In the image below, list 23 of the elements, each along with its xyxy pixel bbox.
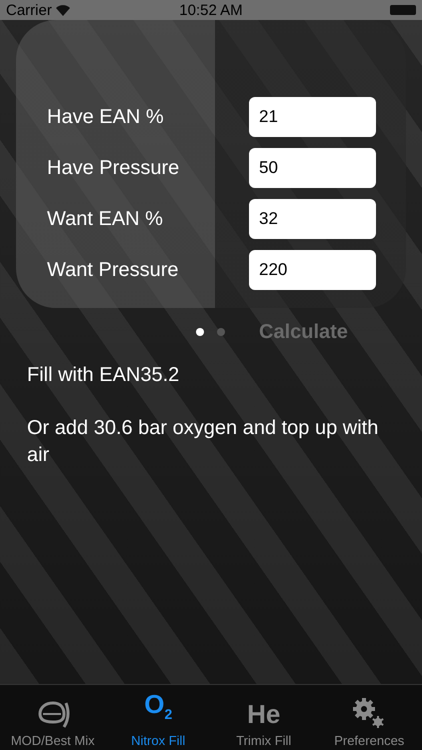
tab[interactable]: Preferences bbox=[316, 685, 422, 750]
input-field[interactable]: 21 bbox=[249, 97, 376, 137]
field-label: Have Pressure bbox=[47, 156, 180, 180]
battery-icon bbox=[390, 5, 416, 15]
field-label: Want EAN % bbox=[47, 208, 163, 230]
result-text: Or add 30.6 bar oxygen and top up with air bbox=[27, 416, 380, 468]
input-field[interactable]: 220 bbox=[249, 250, 376, 290]
result-text: Fill with EAN35.2 bbox=[27, 363, 180, 388]
field-label: Have EAN % bbox=[47, 106, 164, 128]
field-label: Want Pressure bbox=[47, 258, 179, 282]
wifi-icon bbox=[56, 4, 70, 16]
formula-icon: He bbox=[247, 699, 280, 729]
formula-icon: O$_{2}$ bbox=[144, 688, 172, 729]
input-field[interactable]: 50 bbox=[249, 148, 376, 188]
status-time: 10:52 AM bbox=[179, 2, 243, 18]
tab[interactable]: He Trimix Fill bbox=[211, 685, 316, 750]
tab[interactable]: MOD/Best Mix bbox=[0, 685, 106, 750]
input-field[interactable]: 32 bbox=[249, 199, 376, 239]
page-dot[interactable] bbox=[217, 328, 225, 336]
carrier-name: Carrier bbox=[6, 2, 52, 18]
page-dot[interactable] bbox=[196, 328, 204, 336]
dive-mask-icon bbox=[36, 699, 70, 729]
tab[interactable]: O$_{2}$ Nitrox Fill bbox=[106, 685, 211, 750]
